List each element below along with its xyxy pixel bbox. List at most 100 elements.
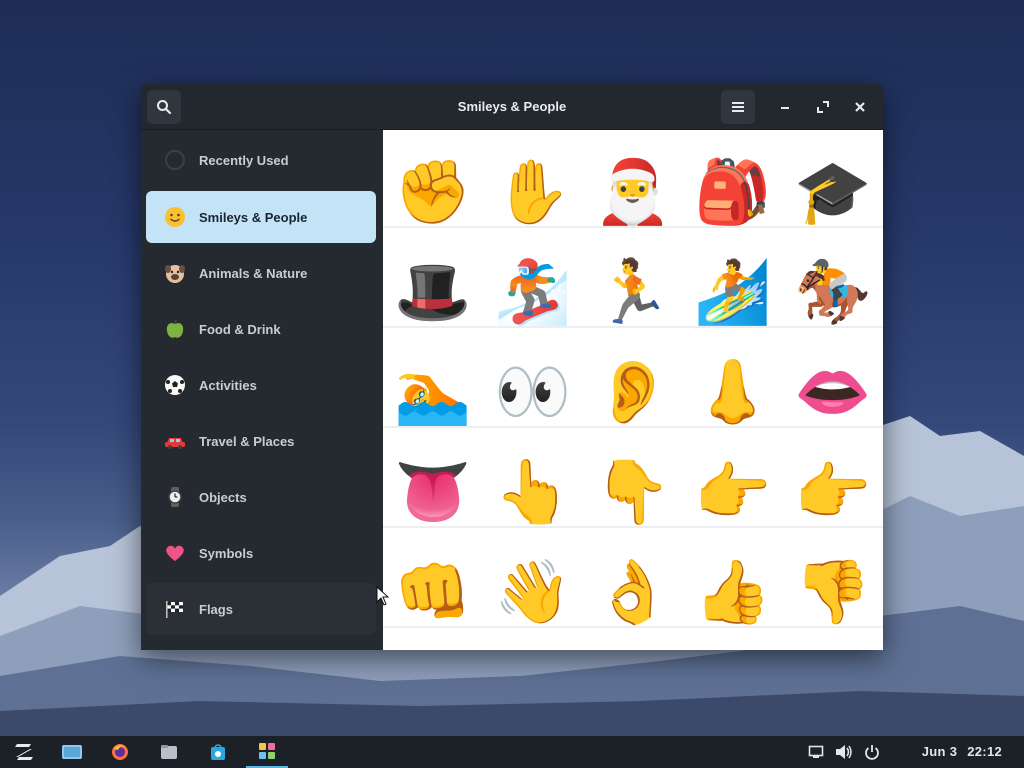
software-store-button[interactable] — [197, 736, 239, 768]
car-icon — [163, 429, 187, 453]
emoji-horse-racing: 🏇 — [794, 255, 872, 328]
emoji-thumbs-up: 👍 — [694, 555, 772, 628]
sidebar-item-recently-used[interactable]: Recently Used — [146, 134, 376, 186]
emoji-cell[interactable]: 👅 — [383, 442, 483, 542]
minimize-button[interactable] — [768, 90, 802, 124]
emoji-waving-hand: 👋 — [494, 555, 572, 628]
emoji-raised-hand: ✋ — [494, 155, 572, 228]
category-sidebar: Recently Used Smileys & People Animals &… — [141, 130, 383, 650]
emoji-point-right-alt: 👉 — [794, 455, 872, 528]
mouse-cursor-icon — [376, 586, 390, 606]
sidebar-item-travel-places[interactable]: Travel & Places — [146, 415, 376, 467]
volume-icon — [836, 745, 852, 759]
heart-icon — [163, 541, 187, 565]
sidebar-item-flags[interactable]: Flags — [146, 583, 376, 635]
emoji-fist-bump: 👊 — [394, 555, 472, 628]
emoji-cell[interactable]: 👉 — [783, 442, 883, 542]
emoji-cell[interactable]: 👃 — [683, 342, 783, 442]
clock-date: Jun 3 — [921, 744, 958, 759]
emoji-cell[interactable]: 👊 — [383, 542, 483, 642]
emoji-nose: 👃 — [694, 355, 772, 428]
emoji-santa: 🎅 — [594, 155, 672, 228]
emoji-picker-icon — [259, 743, 275, 759]
sidebar-item-label: Travel & Places — [199, 433, 295, 449]
emoji-ear: 👂 — [594, 355, 672, 428]
green-apple-icon — [163, 317, 187, 341]
emoji-cell[interactable]: 👎 — [783, 542, 883, 642]
sidebar-item-activities[interactable]: Activities — [146, 359, 376, 411]
emoji-top-hat: 🎩 — [394, 255, 472, 328]
display-tray-button[interactable] — [803, 736, 829, 768]
sidebar-item-smileys-people[interactable]: Smileys & People — [146, 191, 376, 243]
taskbar: Jun 3 22:12 — [0, 736, 1024, 768]
sidebar-item-objects[interactable]: Objects — [146, 471, 376, 523]
emoji-tongue: 👅 — [394, 455, 472, 528]
firefox-icon — [112, 744, 128, 760]
emoji-cell[interactable]: 👋 — [483, 542, 583, 642]
close-button[interactable] — [843, 90, 877, 124]
sidebar-item-animals-nature[interactable]: Animals & Nature — [146, 247, 376, 299]
emoji-thumbs-down: 👎 — [794, 555, 872, 628]
sidebar-item-symbols[interactable]: Symbols — [146, 527, 376, 579]
emoji-cell[interactable]: 🏃 — [583, 242, 683, 342]
emoji-grid: ✊ ✋ 🎅 🎒 🎓 🎩 🏂 🏃 🏄 🏇 🏊 👀 👂 👃 👄 👅 👆 👇 👉 👉 … — [383, 130, 883, 650]
titlebar: Smileys & People — [141, 84, 883, 130]
workspaces-button[interactable] — [51, 736, 93, 768]
emoji-cell[interactable]: 👀 — [483, 342, 583, 442]
clock-time: 22:12 — [967, 744, 1002, 759]
emoji-cell[interactable]: ✊ — [383, 142, 483, 242]
sidebar-item-label: Objects — [199, 489, 247, 505]
sidebar-item-label: Animals & Nature — [199, 265, 308, 281]
sidebar-item-label: Symbols — [199, 545, 254, 561]
emoji-cell[interactable]: 👆 — [483, 442, 583, 542]
emoji-cell[interactable]: 👌 — [583, 542, 683, 642]
emoji-cell[interactable]: 🏄 — [683, 242, 783, 342]
files-button[interactable] — [148, 736, 190, 768]
files-icon — [161, 745, 177, 759]
emoji-cell[interactable]: 👄 — [783, 342, 883, 442]
emoji-runner: 🏃 — [594, 255, 672, 328]
emoji-picker-taskbar-button[interactable] — [246, 736, 288, 768]
emoji-cell[interactable]: 🎓 — [783, 142, 883, 242]
maximize-icon — [817, 101, 829, 113]
sidebar-item-food-drink[interactable]: Food & Drink — [146, 303, 376, 355]
firefox-button[interactable] — [99, 736, 141, 768]
emoji-cell[interactable]: 🏊 — [383, 342, 483, 442]
smiley-icon — [163, 205, 187, 229]
menu-button[interactable] — [721, 90, 755, 124]
power-tray-button[interactable] — [859, 736, 885, 768]
emoji-cell[interactable]: ✋ — [483, 142, 583, 242]
checkered-flag-icon — [163, 597, 187, 621]
clock[interactable]: Jun 3 22:12 — [922, 744, 1002, 759]
sidebar-item-label: Recently Used — [199, 152, 289, 168]
emoji-point-right: 👉 — [694, 455, 772, 528]
dog-face-icon — [163, 261, 187, 285]
zorin-menu-button[interactable] — [3, 736, 45, 768]
volume-tray-button[interactable] — [831, 736, 857, 768]
emoji-cell[interactable]: 👂 — [583, 342, 683, 442]
software-store-icon — [211, 744, 225, 760]
emoji-surfer: 🏄 — [694, 255, 772, 328]
emoji-cell[interactable]: 🎒 — [683, 142, 783, 242]
emoji-cell[interactable]: 🎩 — [383, 242, 483, 342]
emoji-snowboarder: 🏂 — [494, 255, 572, 328]
emoji-cell[interactable]: 👇 — [583, 442, 683, 542]
display-icon — [808, 745, 824, 758]
emoji-cell[interactable]: 🏂 — [483, 242, 583, 342]
emoji-backpack: 🎒 — [694, 155, 772, 228]
close-icon — [855, 102, 865, 112]
emoji-cell[interactable]: 🏇 — [783, 242, 883, 342]
sidebar-item-label: Flags — [199, 601, 233, 617]
sidebar-item-label: Activities — [199, 377, 257, 393]
minimize-icon — [781, 107, 789, 109]
maximize-button[interactable] — [806, 90, 840, 124]
emoji-graduation-cap: 🎓 — [794, 155, 872, 228]
clock-icon — [163, 148, 187, 172]
emoji-cell[interactable]: 🎅 — [583, 142, 683, 242]
emoji-picker-window: Smileys & People Recently Used Smileys &… — [141, 84, 883, 650]
emoji-cell[interactable]: 👍 — [683, 542, 783, 642]
power-icon — [865, 745, 879, 760]
emoji-point-up: 👆 — [494, 455, 572, 528]
emoji-cell[interactable]: 👉 — [683, 442, 783, 542]
emoji-point-down: 👇 — [594, 455, 672, 528]
